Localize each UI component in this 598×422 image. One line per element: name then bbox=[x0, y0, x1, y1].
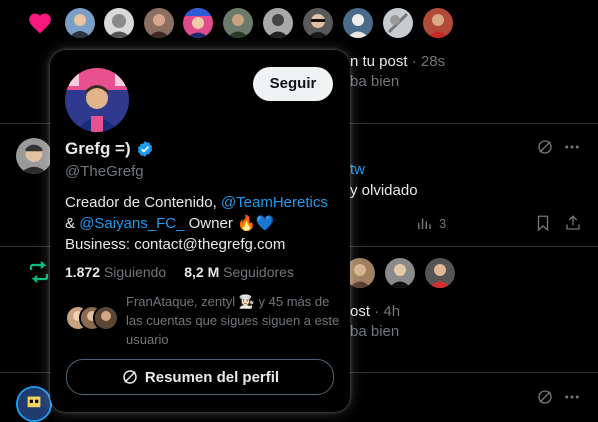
bookmark-icon[interactable] bbox=[534, 214, 552, 232]
retweeter-avatar[interactable] bbox=[385, 258, 415, 288]
following-stat[interactable]: 1.872 Siguiendo bbox=[65, 264, 166, 280]
notification-preview: ba bien bbox=[350, 323, 400, 340]
mention-link[interactable]: @TeamHeretics bbox=[221, 194, 328, 211]
tweet-link-fragment[interactable]: tw bbox=[350, 161, 365, 178]
more-icon[interactable] bbox=[563, 388, 581, 406]
bio-text: Creador de Contenido, bbox=[65, 194, 221, 211]
more-icon[interactable] bbox=[563, 138, 581, 156]
views-icon bbox=[415, 214, 433, 232]
notification-preview: ba bien bbox=[350, 73, 400, 90]
follow-button[interactable]: Seguir bbox=[253, 67, 333, 101]
liker-avatar[interactable] bbox=[303, 8, 333, 38]
retweeter-avatar[interactable] bbox=[425, 258, 455, 288]
tweet-author-avatar[interactable] bbox=[16, 138, 52, 174]
profile-stats: 1.872 Siguiendo 8,2 M Seguidores bbox=[65, 264, 294, 280]
mutual-avatar bbox=[93, 305, 119, 331]
liker-avatar[interactable] bbox=[263, 8, 293, 38]
liker-avatar[interactable] bbox=[104, 8, 134, 38]
followers-label: Seguidores bbox=[223, 264, 294, 280]
views-button[interactable]: 3 bbox=[415, 214, 446, 232]
bio-line: Business: contact@thegrefg.com bbox=[65, 236, 286, 253]
notification-text[interactable]: n tu post · 28s bbox=[350, 53, 445, 70]
bio-text: & bbox=[65, 215, 80, 232]
notification-suffix: n tu post bbox=[350, 53, 408, 70]
tweet-text-fragment: y olvidado bbox=[350, 182, 418, 199]
verified-icon[interactable] bbox=[136, 140, 154, 158]
followers-you-know-text: FranAtaque, zentyl 👩🏻‍🍳 y 45 más de las … bbox=[126, 294, 340, 347]
notification-text[interactable]: ost · 4h bbox=[350, 303, 400, 320]
profile-handle[interactable]: @TheGrefg bbox=[65, 163, 144, 180]
bio-line: & @Saiyans_FC_ Owner 🔥💙 bbox=[65, 213, 340, 234]
grok-icon bbox=[121, 368, 139, 386]
profile-avatar[interactable] bbox=[65, 68, 129, 132]
mention-link[interactable]: @Saiyans_FC_ bbox=[79, 215, 184, 232]
liker-avatar[interactable] bbox=[383, 8, 413, 38]
liker-avatar[interactable] bbox=[423, 8, 453, 38]
profile-name[interactable]: Grefg =) bbox=[65, 139, 154, 159]
followers-count: 8,2 M bbox=[184, 264, 220, 280]
liker-avatar[interactable] bbox=[343, 8, 373, 38]
profile-display-name: Grefg =) bbox=[65, 139, 131, 158]
following-count: 1.872 bbox=[65, 264, 101, 280]
profile-summary-label: Resumen del perfil bbox=[144, 368, 280, 386]
profile-summary-button[interactable]: Resumen del perfil bbox=[66, 359, 334, 395]
views-count: 3 bbox=[439, 215, 447, 231]
retweet-icon bbox=[27, 260, 51, 284]
followers-stat[interactable]: 8,2 M Seguidores bbox=[184, 264, 294, 280]
profile-hover-card[interactable]: Seguir Grefg =) @TheGrefg Creador de Con… bbox=[50, 50, 350, 412]
heart-icon bbox=[27, 10, 53, 36]
bio-text: Owner 🔥💙 bbox=[184, 215, 275, 232]
notification-time: · 28s bbox=[411, 53, 446, 70]
grok-icon[interactable] bbox=[536, 388, 554, 406]
tweet-author-avatar[interactable] bbox=[16, 386, 52, 422]
profile-bio: Creador de Contenido, @TeamHeretics & @S… bbox=[65, 192, 340, 255]
notification-time: · 4h bbox=[374, 303, 401, 320]
liker-avatar[interactable] bbox=[65, 8, 95, 38]
notification-suffix: ost bbox=[350, 303, 371, 320]
grok-icon[interactable] bbox=[536, 138, 554, 156]
bio-line: Creador de Contenido, @TeamHeretics bbox=[65, 192, 340, 213]
liker-avatar[interactable] bbox=[223, 8, 253, 38]
liker-avatar[interactable] bbox=[183, 8, 213, 38]
following-label: Siguiendo bbox=[103, 264, 167, 280]
liker-avatar[interactable] bbox=[144, 8, 174, 38]
share-icon[interactable] bbox=[564, 214, 582, 232]
